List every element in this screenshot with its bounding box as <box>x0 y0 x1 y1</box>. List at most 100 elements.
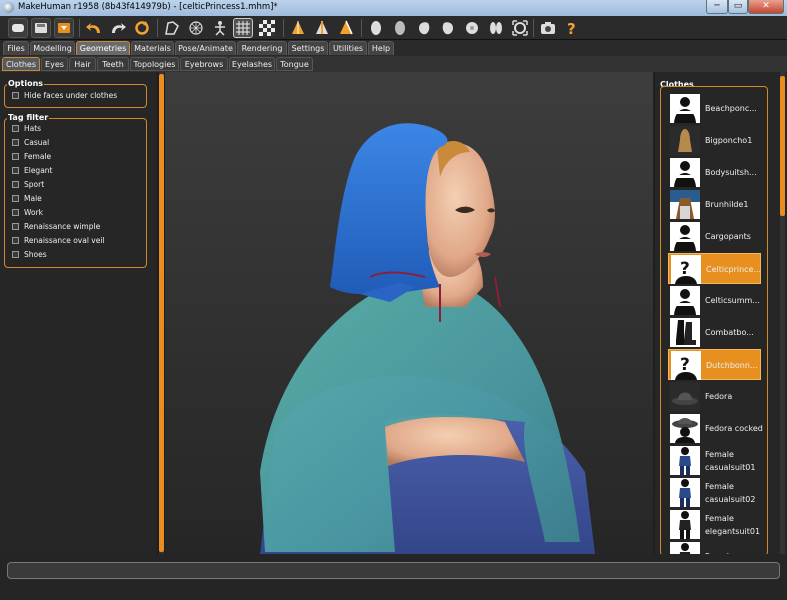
head-top-icon[interactable] <box>462 18 482 38</box>
tab-materials[interactable]: Materials <box>131 41 174 55</box>
tag-checkbox-work[interactable]: Work <box>12 206 43 218</box>
tab-settings[interactable]: Settings <box>288 41 328 55</box>
tab-geometries[interactable]: Geometries <box>76 41 130 55</box>
clothes-item[interactable]: Female elegantsuit01 <box>668 509 761 540</box>
grid-icon[interactable] <box>233 18 253 38</box>
close-button[interactable]: ✕ <box>748 0 784 14</box>
reset-camera-icon[interactable] <box>510 18 530 38</box>
subtab-topologies[interactable]: Topologies <box>130 57 179 71</box>
tag-checkbox-female[interactable]: Female <box>12 150 51 162</box>
clothes-item[interactable]: ? Celticprince... <box>668 253 761 284</box>
clothes-item-label: Celticsumm... <box>705 296 760 305</box>
tag-checkbox-renaissance-wimple[interactable]: Renaissance wimple <box>12 220 100 232</box>
clothes-item[interactable]: Bigponcho1 <box>668 125 761 156</box>
tag-filter-title: Tag filter <box>7 113 50 122</box>
screenshot-icon[interactable] <box>538 18 558 38</box>
smooth-icon[interactable] <box>162 18 182 38</box>
clothes-item-label: Combatbo... <box>705 328 754 337</box>
clothes-item[interactable]: Combatbo... <box>668 317 761 348</box>
minimize-button[interactable]: ─ <box>706 0 728 14</box>
left-scrollbar-thumb[interactable] <box>159 74 164 552</box>
clothes-thumbnail-icon: ? <box>671 351 701 380</box>
clothes-item-label: Female casualsuit01 <box>705 449 756 472</box>
tab-help[interactable]: Help <box>368 41 394 55</box>
right-scrollbar-thumb[interactable] <box>780 76 785 216</box>
hide-faces-checkbox[interactable]: Hide faces under clothes <box>12 89 117 101</box>
3d-viewport[interactable] <box>165 72 653 554</box>
tab-pose-animate[interactable]: Pose/Animate <box>175 41 236 55</box>
clothes-item[interactable]: Bodysuitsh... <box>668 157 761 188</box>
clothes-item[interactable]: Celticsumm... <box>668 285 761 316</box>
svg-text:?: ? <box>567 20 576 36</box>
clothes-item-label: Bodysuitsh... <box>705 168 757 177</box>
undo-icon[interactable] <box>84 18 104 38</box>
new-icon[interactable] <box>8 18 28 38</box>
clothes-list: Beachponc... Bigponcho1 Bodysuitsh... Brunh… <box>660 86 768 556</box>
load-icon[interactable] <box>54 18 74 38</box>
head-left-icon[interactable] <box>414 18 434 38</box>
clothes-item[interactable]: Cargopants <box>668 221 761 252</box>
toolbar: ? <box>0 16 787 40</box>
wireframe-icon[interactable] <box>186 18 206 38</box>
clothes-item-label: Female elegantsuit01 <box>705 513 761 536</box>
clothes-item[interactable]: Female casualsuit01 <box>668 445 761 476</box>
tag-checkbox-male[interactable]: Male <box>12 192 42 204</box>
head-front-icon[interactable] <box>366 18 386 38</box>
tab-files[interactable]: Files <box>3 41 29 55</box>
svg-text:?: ? <box>680 355 690 375</box>
clothes-thumbnail-icon <box>670 286 700 315</box>
clothes-thumbnail-icon <box>670 478 700 507</box>
clothes-item-label: Celticprince... <box>706 265 762 274</box>
clothes-thumbnail-icon <box>670 446 700 475</box>
tag-checkbox-renaissance-oval-veil[interactable]: Renaissance oval veil <box>12 234 105 246</box>
clothes-item[interactable]: Female casualsuit02 <box>668 477 761 508</box>
head-bottom-icon[interactable] <box>486 18 506 38</box>
clothes-thumbnail-icon <box>670 382 700 411</box>
tab-rendering[interactable]: Rendering <box>237 41 287 55</box>
side-view-icon[interactable] <box>336 18 356 38</box>
reset-icon[interactable] <box>132 18 152 38</box>
front-view-icon[interactable] <box>288 18 308 38</box>
tag-checkbox-casual[interactable]: Casual <box>12 136 49 148</box>
checker-background-icon[interactable] <box>257 18 277 38</box>
clothes-item[interactable]: Brunhilde1 <box>668 189 761 220</box>
clothes-item[interactable]: Fedora <box>668 381 761 412</box>
tag-checkbox-elegant[interactable]: Elegant <box>12 164 53 176</box>
tab-modelling[interactable]: Modelling <box>30 41 75 55</box>
subtab-teeth[interactable]: Teeth <box>97 57 129 71</box>
maximize-button[interactable]: ▭ <box>728 0 748 14</box>
head-right-icon[interactable] <box>438 18 458 38</box>
tag-checkbox-sport[interactable]: Sport <box>12 178 44 190</box>
clothes-thumbnail-icon: ? <box>671 255 701 284</box>
clothes-item[interactable]: Beachponc... <box>668 93 761 124</box>
clothes-item-label: Dutchbonn... <box>706 361 758 370</box>
clothes-item-label: Fedora <box>705 392 733 401</box>
subtab-clothes[interactable]: Clothes <box>2 57 40 71</box>
clothes-thumbnail-icon <box>670 414 700 443</box>
clothes-item[interactable]: ? Dutchbonn... <box>668 349 761 380</box>
subtab-eyes[interactable]: Eyes <box>41 57 68 71</box>
tab-utilities[interactable]: Utilities <box>329 41 367 55</box>
subtab-hair[interactable]: Hair <box>69 57 96 71</box>
status-progress-field <box>7 562 780 579</box>
subtab-eyebrows[interactable]: Eyebrows <box>180 57 228 71</box>
clothes-item-label: Cargopants <box>705 232 751 241</box>
head-back-icon[interactable] <box>390 18 410 38</box>
back-view-icon[interactable] <box>312 18 332 38</box>
right-panel-scrollbar[interactable] <box>780 72 785 554</box>
skeleton-icon[interactable] <box>210 18 230 38</box>
clothes-item[interactable]: Fedora cocked <box>668 413 763 444</box>
window-title: MakeHuman r1958 (8b43f414979b) - [celtic… <box>18 2 278 12</box>
redo-icon[interactable] <box>108 18 128 38</box>
left-panel-scrollbar[interactable] <box>159 72 164 554</box>
tag-checkbox-shoes[interactable]: Shoes <box>12 248 47 260</box>
subtab-eyelashes[interactable]: Eyelashes <box>229 57 275 71</box>
clothes-thumbnail-icon <box>670 126 700 155</box>
tag-checkbox-hats[interactable]: Hats <box>12 122 41 134</box>
help-icon[interactable]: ? <box>562 18 582 38</box>
clothes-thumbnail-icon <box>670 318 700 347</box>
clothes-thumbnail-icon <box>670 222 700 251</box>
subtab-tongue[interactable]: Tongue <box>276 57 313 71</box>
save-icon[interactable] <box>31 18 51 38</box>
svg-text:?: ? <box>680 259 690 279</box>
